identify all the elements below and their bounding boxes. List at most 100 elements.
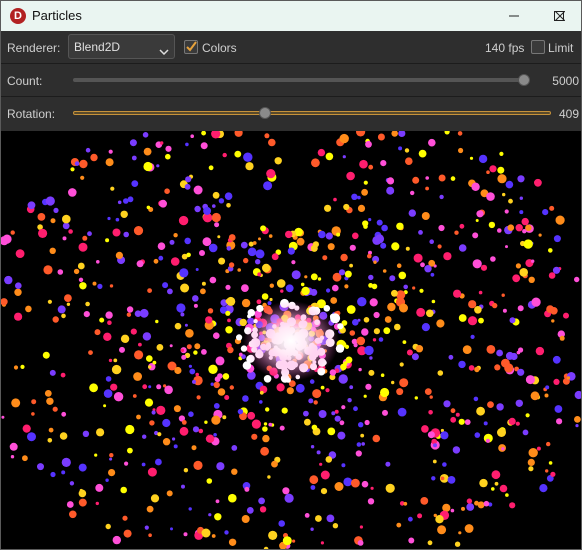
particle [342,155,346,159]
particle [391,289,398,297]
particle [142,332,152,341]
particle [133,226,144,236]
particle [357,540,364,546]
particle [502,308,507,313]
renderer-select[interactable]: Blend2D [68,34,175,59]
particle [453,289,462,298]
particle [231,445,238,451]
particle [346,305,356,314]
particle [382,409,388,416]
particle [1,298,8,306]
particle [396,222,404,230]
rotation-slider-track[interactable] [73,111,551,115]
particle [216,462,225,471]
particle [548,461,553,465]
particle [123,198,129,204]
particle [31,412,35,416]
particle [316,450,321,455]
particle [317,277,322,281]
particle [473,396,479,402]
particle [420,262,425,268]
particle [438,224,445,232]
particle [211,415,221,425]
particle [268,530,278,540]
particle [528,276,535,283]
particle-canvas[interactable] [1,131,581,549]
close-button[interactable] [539,1,581,31]
particle [347,398,352,403]
particle [424,388,432,395]
particle [157,432,162,437]
particle [365,140,372,148]
particle [142,434,147,439]
particle [143,147,152,156]
particle [458,314,467,322]
particle [61,313,66,319]
particle [174,366,182,375]
particle [480,264,488,271]
particle [152,360,157,365]
particle [210,382,214,386]
particle-field [1,131,581,549]
particle [61,457,71,467]
particle [424,265,432,273]
particle [550,471,556,477]
particle [360,433,365,438]
particle [450,416,457,423]
particle [178,215,189,226]
particle [411,353,419,361]
particle [455,412,460,417]
particle [186,252,191,258]
particle [497,428,506,437]
particle [271,460,278,468]
particle [486,345,496,354]
particle [194,343,201,350]
particle [255,259,261,265]
particle [341,405,346,410]
particle [387,302,396,312]
particle [195,372,199,377]
particle [474,366,480,373]
particle [452,446,461,454]
particle [546,441,551,447]
particle [173,233,178,238]
particle [62,236,67,241]
particle [396,263,402,268]
particle [413,253,423,263]
particle [115,251,123,259]
limit-checkbox[interactable] [531,40,545,54]
particle [244,486,250,492]
particle [515,224,523,232]
particle [224,395,230,400]
particle [553,235,561,243]
particle [193,185,203,195]
count-slider-thumb[interactable] [518,74,530,86]
rotation-slider-thumb[interactable] [259,107,272,119]
particle [153,258,159,264]
particle [146,355,153,362]
particle [173,444,178,449]
particle [386,177,395,185]
particle [278,520,286,527]
particle [144,525,149,530]
particle [226,296,236,306]
particle [143,161,153,172]
particle [61,470,66,475]
count-slider-track[interactable] [73,78,530,82]
particle [183,468,189,473]
particle [214,376,221,383]
particle [212,191,220,199]
particle [73,268,80,275]
particle [237,408,244,415]
minimize-button[interactable] [491,1,536,31]
particle [217,388,226,396]
colors-checkbox[interactable] [184,40,198,54]
particle [142,384,148,390]
particle [344,284,349,289]
particle [78,242,88,252]
particle [491,487,495,491]
particle [325,152,334,161]
particle [338,269,346,276]
particle [155,458,162,466]
particle [247,411,256,420]
